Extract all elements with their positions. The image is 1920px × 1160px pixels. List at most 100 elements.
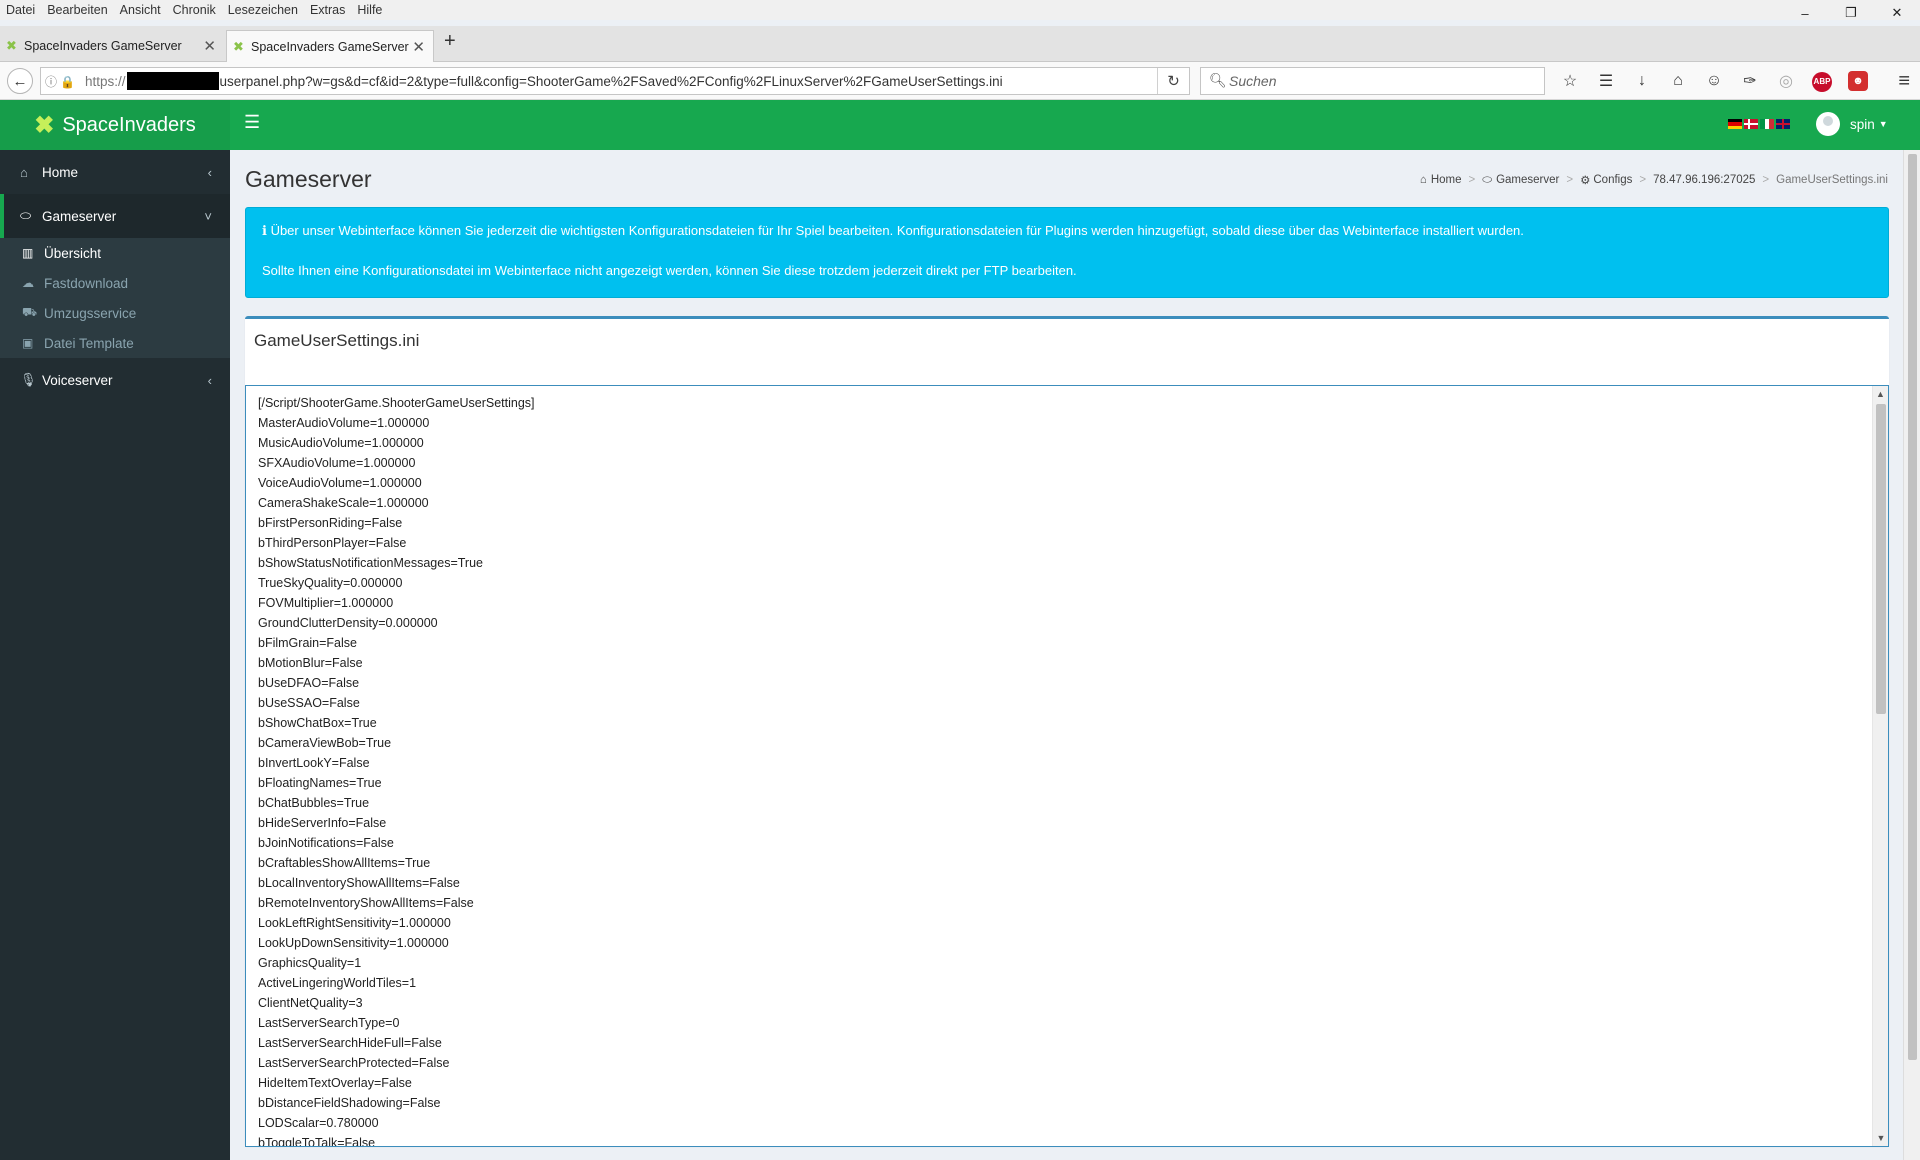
redacted-host xyxy=(126,72,219,90)
home-icon: ⌂ xyxy=(1419,174,1427,186)
sidebar-sub-label: Übersicht xyxy=(44,245,102,261)
reading-list-icon[interactable]: ☰ xyxy=(1588,71,1624,91)
breadcrumb-current: GameUserSettings.ini xyxy=(1776,174,1888,186)
menu-datei[interactable]: Datei xyxy=(0,0,41,20)
avatar xyxy=(1816,112,1840,136)
pocket-icon[interactable]: ✑ xyxy=(1732,71,1768,91)
gameserver-submenu: ▥ Übersicht ☁ Fastdownload ⛟ Umzugsservi… xyxy=(0,238,230,358)
editor-scrollbar[interactable]: ▲ ▼ xyxy=(1872,386,1888,1146)
sidebar-item-label: Voiceserver xyxy=(42,372,113,388)
browser-menubar: Datei Bearbeiten Ansicht Chronik Lesezei… xyxy=(0,0,1920,20)
sidebar-sub-datei-template[interactable]: ▣ Datei Template xyxy=(0,328,230,358)
browser-tab-2[interactable]: ✖ SpaceInvaders GameServer ✕ xyxy=(226,30,434,62)
close-tab-icon[interactable]: ✕ xyxy=(203,37,216,55)
sidebar-sub-label: Umzugsservice xyxy=(44,305,137,321)
reload-icon[interactable]: ↻ xyxy=(1157,68,1189,94)
breadcrumb-separator: > xyxy=(1639,174,1647,186)
browser-menu-icon[interactable]: ≡ xyxy=(1898,70,1910,93)
app-header: ✖ SpaceInvaders ☰ spin ▼ xyxy=(0,100,1920,150)
menu-ansicht[interactable]: Ansicht xyxy=(114,0,167,20)
gamepad-icon: ⬭ xyxy=(20,208,32,223)
adblock-icon[interactable]: ABP xyxy=(1804,71,1840,92)
language-flags xyxy=(1728,119,1790,129)
flag-uk-icon[interactable] xyxy=(1776,119,1790,129)
tab-bar: ✖ SpaceInvaders GameServer ✕ ✖ SpaceInva… xyxy=(0,26,1920,62)
menu-hilfe[interactable]: Hilfe xyxy=(351,0,388,20)
url-bar[interactable]: ⓘ 🔒 https:// userpanel.php?w=gs&d=cf&id=… xyxy=(40,67,1190,95)
config-file-content: [/Script/ShooterGame.ShooterGameUserSett… xyxy=(258,396,535,1147)
sidebar-sub-label: Datei Template xyxy=(44,335,134,351)
menu-extras[interactable]: Extras xyxy=(304,0,351,20)
flag-de-icon[interactable] xyxy=(1728,119,1742,129)
spaceinvaders-logo-icon: ✖ xyxy=(34,111,55,139)
page-scrollbar-thumb[interactable] xyxy=(1908,154,1917,1060)
tab-title: SpaceInvaders GameServer xyxy=(251,39,409,54)
username: spin xyxy=(1850,116,1875,132)
truck-icon: ⛟ xyxy=(22,305,38,319)
flag-dk-icon[interactable] xyxy=(1744,119,1758,129)
download-icon[interactable]: ↓ xyxy=(1624,72,1660,90)
bookmark-star-icon[interactable]: ☆ xyxy=(1552,71,1588,91)
browser-toolbar-icons: ☆ ☰ ↓ ⌂ ☺ ✑ ◎ ABP ☻ xyxy=(1552,62,1876,100)
sidebar-sub-uebersicht[interactable]: ▥ Übersicht xyxy=(0,238,230,268)
restore-icon[interactable]: ❐ xyxy=(1828,0,1874,26)
sidebar-toggle-icon[interactable]: ☰ xyxy=(244,112,260,133)
sidebar-item-gameserver[interactable]: ⬭ Gameserver ˅ xyxy=(0,194,230,238)
browser-tab-1[interactable]: ✖ SpaceInvaders GameServer ✕ xyxy=(0,30,224,62)
sidebar-sub-label: Fastdownload xyxy=(44,275,129,291)
menu-lesezeichen[interactable]: Lesezeichen xyxy=(222,0,304,20)
window-controls: – ❐ ✕ xyxy=(1782,0,1920,26)
brand-logo[interactable]: ✖ SpaceInvaders xyxy=(0,100,230,150)
minimize-icon[interactable]: – xyxy=(1782,0,1828,26)
breadcrumb-configs[interactable]: Configs xyxy=(1593,174,1632,186)
sidebar-item-label: Gameserver xyxy=(42,208,117,224)
sidebar-sub-umzugsservice[interactable]: ⛟ Umzugsservice xyxy=(0,298,230,328)
breadcrumb-gameserver[interactable]: Gameserver xyxy=(1496,174,1559,186)
gears-icon: ⚙ xyxy=(1580,175,1591,187)
scrollbar-thumb[interactable] xyxy=(1876,404,1886,714)
breadcrumb-separator: > xyxy=(1762,174,1770,186)
new-tab-icon[interactable]: + xyxy=(444,30,456,53)
sidebar-item-voiceserver[interactable]: 🎙︎ Voiceserver ‹ xyxy=(0,358,230,402)
menu-chronik[interactable]: Chronik xyxy=(167,0,222,20)
search-placeholder: Suchen xyxy=(1229,73,1277,89)
alert-text-2: Sollte Ihnen eine Konfigurationsdatei im… xyxy=(262,263,1077,278)
sidebar-sub-fastdownload[interactable]: ☁ Fastdownload xyxy=(0,268,230,298)
menu-bearbeiten[interactable]: Bearbeiten xyxy=(41,0,113,20)
main-content: Gameserver ⌂ Home > ⬭ Gameserver > ⚙ Con… xyxy=(230,150,1920,1160)
info-alert: ℹ Über unser Webinterface können Sie jed… xyxy=(245,207,1889,298)
config-editor-textarea[interactable]: [/Script/ShooterGame.ShooterGameUserSett… xyxy=(245,385,1889,1147)
chevron-left-icon: ‹ xyxy=(207,164,212,180)
sync-icon[interactable]: ◎ xyxy=(1768,71,1804,91)
extension-icon[interactable]: ☻ xyxy=(1840,71,1876,91)
brand-name: SpaceInvaders xyxy=(62,113,196,136)
url-path: userpanel.php?w=gs&d=cf&id=2&type=full&c… xyxy=(219,73,1003,89)
sidebar-item-home[interactable]: ⌂ Home ‹ xyxy=(0,150,230,194)
gamepad-icon: ⬭ xyxy=(1482,173,1493,186)
scroll-down-icon[interactable]: ▼ xyxy=(1873,1130,1888,1146)
flag-it-icon[interactable] xyxy=(1760,119,1775,129)
url-protocol: https:// xyxy=(85,73,126,89)
page-scrollbar[interactable] xyxy=(1903,150,1920,1160)
chevron-left-icon: ‹ xyxy=(207,372,212,388)
tab-title: SpaceInvaders GameServer xyxy=(24,39,182,53)
breadcrumb-home[interactable]: Home xyxy=(1431,174,1462,186)
search-icon: 🔍︎ xyxy=(1209,72,1227,88)
spaceinvaders-favicon-icon: ✖ xyxy=(233,39,244,54)
chevron-down-icon: ˅ xyxy=(204,208,212,224)
close-window-icon[interactable]: ✕ xyxy=(1874,0,1920,26)
chat-icon[interactable]: ☺ xyxy=(1696,72,1732,90)
user-menu[interactable]: spin ▼ xyxy=(1816,112,1888,136)
scroll-up-icon[interactable]: ▲ xyxy=(1873,386,1888,402)
alert-text-1: Über unser Webinterface können Sie jeder… xyxy=(270,223,1524,238)
close-tab-icon[interactable]: ✕ xyxy=(412,38,425,56)
site-info-icon[interactable]: ⓘ 🔒 xyxy=(41,73,85,90)
page-title: Gameserver xyxy=(245,166,372,192)
caret-down-icon: ▼ xyxy=(1878,119,1888,129)
home-icon[interactable]: ⌂ xyxy=(1660,72,1696,90)
breadcrumb-server[interactable]: 78.47.96.196:27025 xyxy=(1653,174,1755,186)
cloud-download-icon: ☁ xyxy=(22,276,34,290)
back-icon[interactable]: ← xyxy=(7,68,33,94)
floppy-icon: ▣ xyxy=(22,336,34,350)
search-input[interactable]: 🔍︎ Suchen xyxy=(1200,67,1545,95)
